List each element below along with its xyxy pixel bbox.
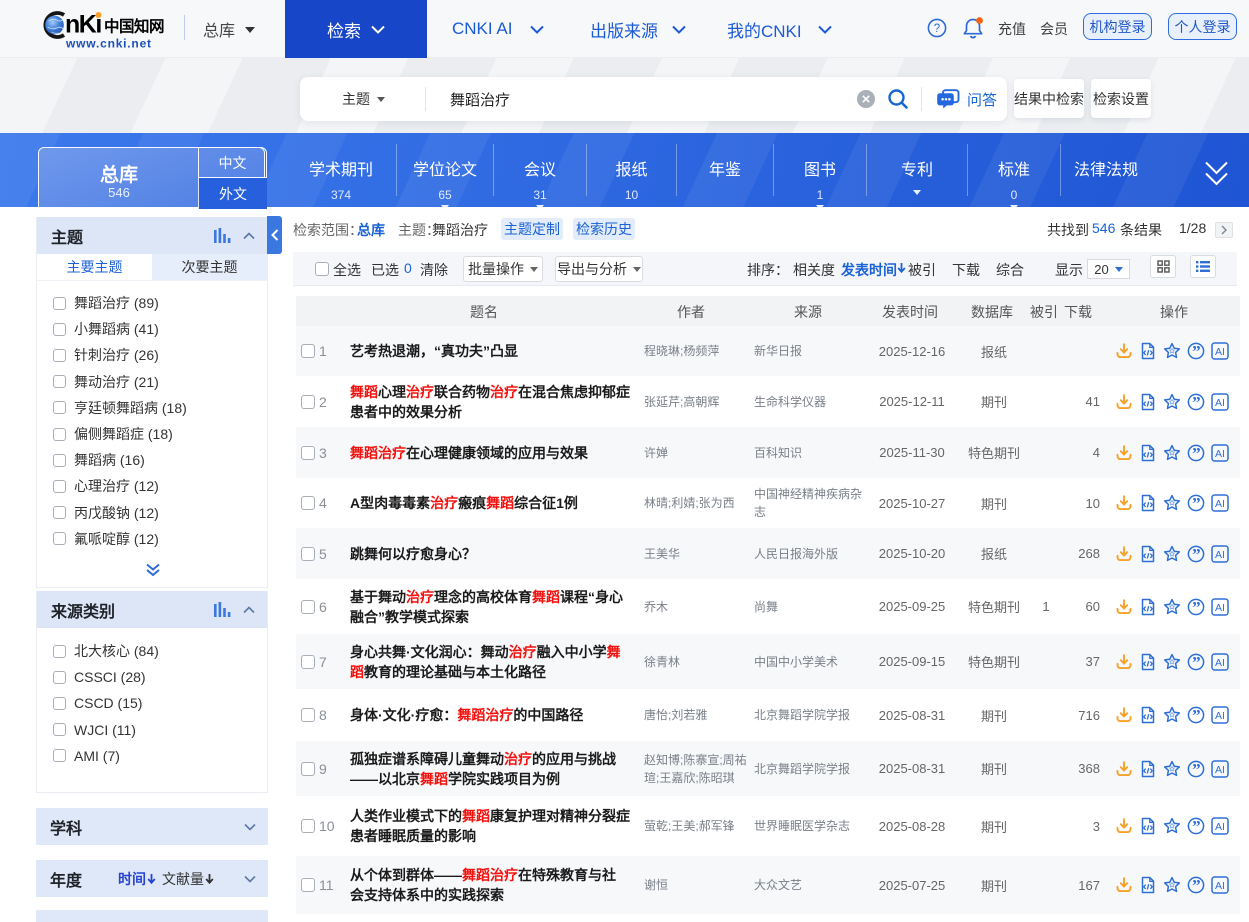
svg-text:?: ? xyxy=(934,23,940,35)
svg-text:中国知网: 中国知网 xyxy=(104,17,164,36)
svg-text:www.cnki.net: www.cnki.net xyxy=(65,37,152,51)
